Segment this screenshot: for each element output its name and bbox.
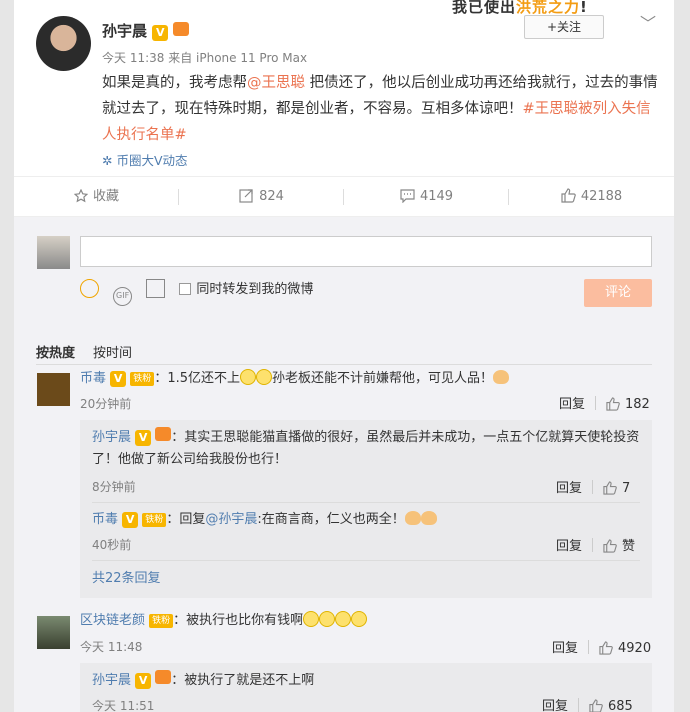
comment-ops: 回复 4920: [552, 640, 652, 656]
comment-input[interactable]: [80, 236, 652, 267]
replier-name[interactable]: 孙宇晨: [92, 673, 131, 688]
reply-ops: 回复 7: [556, 480, 631, 496]
thumbs-up-icon[interactable]: [606, 397, 620, 411]
commenter-avatar[interactable]: [37, 373, 70, 406]
comment-text: 区块链老颜 铁粉 ：被执行也比你有钱啊: [80, 610, 368, 632]
sync-label: 同时转发到我的微博: [196, 282, 314, 297]
more-replies-link[interactable]: 共22条回复: [92, 568, 161, 590]
action-bar: 收藏 824 4149 42188: [14, 176, 674, 217]
reply-text: 孙宇晨 V ：其实王思聪能猫直播做的很好，虽然最后并未成功，一点五个亿就算天使轮…: [92, 427, 642, 471]
laugh-cry-emoji-icon: [335, 611, 352, 627]
sort-time-tab[interactable]: 按时间: [93, 346, 132, 361]
laugh-cry-emoji-icon: [303, 611, 320, 627]
reply-text: 币毒 V 铁粉 ：回复@孙宇晨:在商言商，仁义也两全！: [92, 509, 437, 531]
thumbs-up-icon[interactable]: [589, 699, 603, 712]
verified-icon: V: [122, 512, 139, 528]
reply-time: 40秒前: [92, 538, 132, 552]
collect-button[interactable]: 收藏: [14, 177, 179, 217]
comment-ops: 回复 182: [559, 396, 650, 412]
member-crown-icon: [155, 427, 172, 441]
fan-badge: 铁粉: [142, 513, 167, 527]
divider: [92, 502, 640, 503]
mention-link[interactable]: @王思聪: [247, 75, 305, 91]
forward-icon: [239, 189, 253, 203]
member-crown-icon: [173, 22, 190, 36]
commenter-name[interactable]: 区块链老颜: [80, 613, 145, 628]
reply-box: 孙宇晨 V ：被执行了就是还不上啊 今天 11:51 回复 685: [80, 663, 652, 712]
follow-button[interactable]: +关注: [524, 15, 604, 39]
cry-emoji-icon: [240, 369, 256, 385]
comment-text: 币毒 V 铁粉 ：1.5亿还不上 孙老板还能不计前嫌帮他，可见人品！: [80, 368, 510, 390]
post-meta: 今天 11:38 来自 iPhone 11 Pro Max: [102, 51, 308, 65]
reply-button[interactable]: 回复: [552, 641, 578, 656]
verified-icon: V: [152, 25, 169, 41]
fan-badge: 铁粉: [130, 372, 155, 386]
chevron-down-icon[interactable]: ﹀: [640, 10, 656, 34]
my-avatar: [37, 236, 70, 269]
clap-emoji-icon: [493, 370, 510, 384]
commenter-name[interactable]: 币毒: [80, 371, 106, 386]
star-icon: [73, 188, 89, 203]
thumbs-up-icon[interactable]: [603, 481, 617, 495]
post-text: 如果是真的，我考虑帮@王思聪 把债还了，他以后创业成功再还给我就行，过去的事情就…: [102, 75, 658, 143]
replier-name[interactable]: 币毒: [92, 512, 118, 527]
clap-emoji-icon: [404, 511, 421, 525]
reply-box: 孙宇晨 V ：其实王思聪能猫直播做的很好，虽然最后并未成功，一点五个亿就算天使轮…: [80, 420, 652, 598]
reply-text: 孙宇晨 V ：被执行了就是还不上啊: [92, 670, 314, 692]
comment-time: 20分钟前: [80, 397, 132, 411]
mention-link[interactable]: @孙宇晨: [205, 512, 257, 527]
reply-time: 8分钟前: [92, 480, 136, 494]
gif-icon[interactable]: GIF: [113, 287, 133, 306]
comment-submit-button[interactable]: 评论: [584, 279, 652, 307]
clap-emoji-icon: [420, 511, 437, 525]
laugh-cry-emoji-icon: [351, 611, 368, 627]
verified-icon: V: [135, 430, 152, 446]
verified-icon: V: [135, 673, 152, 689]
thumbs-up-icon[interactable]: [599, 641, 613, 655]
forward-button[interactable]: 824: [179, 177, 344, 217]
reply-button[interactable]: 回复: [542, 699, 568, 712]
decorative-banner: 我已使出洪荒之力!: [452, 0, 588, 16]
thumbs-up-icon[interactable]: [603, 539, 617, 553]
replier-name[interactable]: 孙宇晨: [92, 430, 131, 445]
reply-time: 今天 11:51: [92, 699, 155, 712]
image-icon[interactable]: [146, 279, 166, 298]
reply-button[interactable]: 回复: [556, 539, 582, 554]
verified-icon: V: [110, 371, 127, 387]
sort-tabs: 按热度 按时间: [36, 342, 132, 361]
reply-button[interactable]: 回复: [556, 481, 582, 496]
reply-ops: 回复 685: [542, 698, 633, 712]
fan-badge: 铁粉: [149, 614, 174, 628]
source-tag-link[interactable]: ✲ 币圈大V动态: [102, 150, 188, 169]
reply-button[interactable]: 回复: [559, 397, 585, 412]
comment-icon: [400, 189, 415, 204]
emoji-icon[interactable]: [80, 279, 99, 298]
reply-ops: 回复赞: [556, 538, 636, 554]
thumbs-up-icon: [561, 188, 576, 203]
member-crown-icon: [155, 670, 172, 684]
sort-hot-tab[interactable]: 按热度: [36, 346, 75, 361]
sparkle-icon: ✲: [102, 153, 113, 168]
author-name[interactable]: 孙宇晨 V: [102, 20, 190, 41]
cry-emoji-icon: [256, 369, 272, 385]
commenter-avatar[interactable]: [37, 616, 70, 649]
comment-time: 今天 11:48: [80, 640, 143, 654]
divider: [92, 560, 640, 561]
composer-tools: GIF 同时转发到我的微博: [80, 278, 313, 306]
sync-checkbox[interactable]: [179, 283, 192, 295]
like-button[interactable]: 42188: [509, 177, 674, 217]
laugh-cry-emoji-icon: [319, 611, 336, 627]
weibo-card: 我已使出洪荒之力! ﹀ 孙宇晨 V +关注 今天 11:38 来自 iPhone…: [14, 0, 674, 712]
comment-button[interactable]: 4149: [344, 177, 509, 217]
author-avatar[interactable]: [36, 16, 91, 71]
divider: [36, 364, 652, 365]
